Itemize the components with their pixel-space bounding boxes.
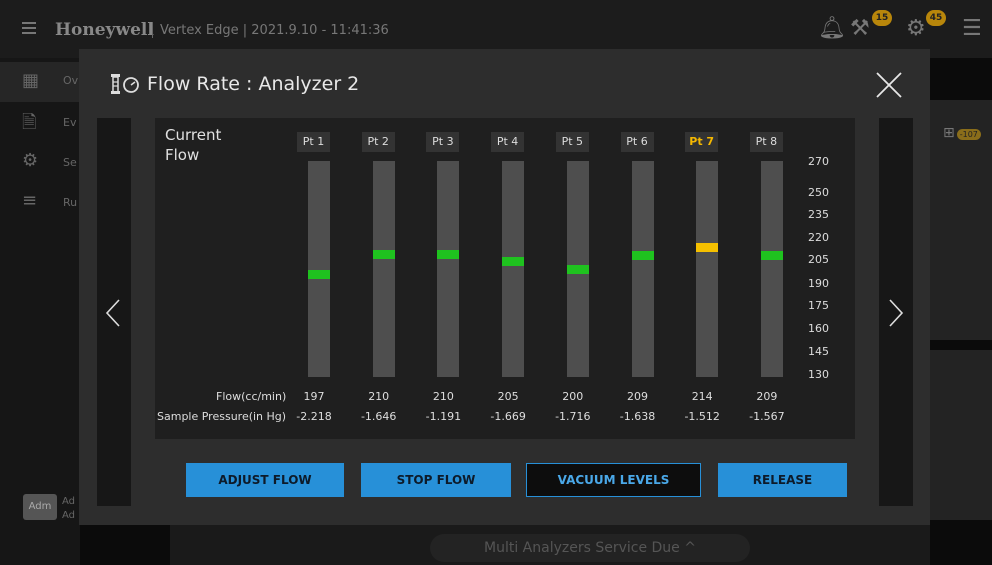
flow-marker-3	[437, 249, 460, 259]
scale-label: 175	[808, 299, 829, 312]
flow-value-1: 197	[303, 390, 325, 403]
service-status-bar[interactable]: Multi Analyzers Service Due ^	[430, 534, 750, 562]
flow-gauge-1	[308, 161, 330, 377]
scale-label: 190	[808, 277, 829, 290]
adjust-flow-button[interactable]: ADJUST FLOW	[186, 463, 344, 497]
current-flow-label: Current Flow	[165, 126, 222, 164]
point-tab-4[interactable]: Pt 4	[491, 132, 525, 152]
previous-analyzer-button[interactable]	[97, 118, 131, 506]
scale-label: 235	[808, 208, 829, 221]
point-tab-5[interactable]: Pt 5	[555, 132, 589, 152]
maintenance-badge: 45	[926, 10, 946, 26]
list-icon[interactable]: ☰	[962, 16, 982, 41]
next-analyzer-button[interactable]	[879, 118, 913, 506]
pressure-value-7: -1.512	[684, 410, 720, 423]
scale-label: 145	[808, 345, 829, 358]
scale-label: 130	[808, 368, 829, 381]
release-button[interactable]: RELEASE	[718, 463, 847, 497]
pressure-value-1: -2.218	[296, 410, 332, 423]
flow-gauge-7	[696, 161, 719, 377]
nav-item-events[interactable]: Ev	[63, 116, 76, 129]
flow-gauge-6	[631, 161, 654, 377]
flow-meter-icon	[111, 74, 139, 94]
flow-value-5: 200	[562, 390, 584, 403]
user-name: Ad	[62, 496, 76, 507]
dialog-title: Flow Rate : Analyzer 2	[147, 73, 360, 95]
flow-value-2: 210	[368, 390, 390, 403]
pressure-row-label: Sample Pressure(in Hg)	[157, 410, 287, 423]
flow-value-6: 209	[627, 390, 648, 403]
pressure-value-5: -1.716	[555, 410, 591, 423]
user-avatar[interactable]: Adm	[23, 494, 57, 520]
flow-row-label: Flow(cc/min)	[216, 390, 287, 403]
flow-gauge-2	[372, 161, 395, 377]
pressure-value-3: -1.191	[425, 410, 462, 423]
run-icon[interactable]: ≡	[22, 190, 37, 211]
tools-badge: 15	[872, 10, 892, 26]
pressure-value-2: -1.646	[360, 410, 397, 423]
menu-icon[interactable]	[22, 22, 36, 34]
brand-logo: Honeywell	[55, 20, 154, 40]
close-icon[interactable]	[874, 70, 904, 100]
flow-value-7: 214	[691, 390, 713, 403]
scale-label: 220	[808, 231, 829, 244]
scale-label: 205	[808, 253, 829, 266]
flow-marker-6	[631, 251, 654, 261]
point-tab-8[interactable]: Pt 8	[749, 132, 783, 152]
bell-icon[interactable]: 🔔︎	[818, 16, 846, 41]
tools-icon[interactable]: ⚒	[850, 16, 870, 41]
chevron-left-icon	[105, 299, 120, 327]
flow-marker-5	[566, 265, 589, 274]
flow-gauge-3	[437, 161, 460, 377]
scale-label: 270	[808, 155, 829, 168]
pressure-value-6: -1.638	[619, 410, 656, 423]
stop-flow-button[interactable]: STOP FLOW	[361, 463, 511, 497]
user-role: Ad	[62, 510, 76, 521]
flow-marker-8	[760, 251, 783, 261]
background-alert: ⊞ -107	[943, 125, 981, 141]
flow-marker-2	[372, 249, 395, 259]
maintenance-icon[interactable]: ⚙	[906, 16, 926, 41]
pressure-value-4: -1.669	[490, 410, 526, 423]
left-nav	[0, 58, 80, 565]
overview-icon[interactable]: ▦	[22, 70, 39, 91]
point-tab-7[interactable]: Pt 7	[685, 132, 719, 152]
scale-label: 160	[808, 322, 829, 335]
pressure-value-8: -1.567	[749, 410, 785, 423]
flow-marker-4	[502, 257, 525, 267]
scale-label: 250	[808, 186, 829, 199]
flow-gauge-4	[502, 161, 525, 377]
point-tab-1[interactable]: Pt 1	[297, 132, 330, 152]
separator	[152, 22, 153, 38]
events-icon[interactable]: 🗎︎	[22, 110, 36, 140]
point-tab-2[interactable]: Pt 2	[361, 132, 395, 152]
nav-item-overview[interactable]: Ov	[63, 74, 78, 87]
flow-value-8: 209	[756, 390, 778, 403]
flow-gauge-5	[566, 161, 589, 377]
background-panel	[930, 350, 992, 520]
nav-item-run[interactable]: Ru	[63, 196, 77, 209]
vacuum-levels-button[interactable]: VACUUM LEVELS	[526, 463, 701, 497]
background-alert-count: -107	[956, 129, 981, 140]
flow-value-3: 210	[432, 390, 454, 403]
flow-value-4: 205	[497, 390, 519, 403]
nav-item-settings[interactable]: Se	[63, 156, 77, 169]
settings-icon[interactable]: ⚙	[22, 150, 38, 171]
flow-marker-7	[696, 243, 719, 253]
point-tab-3[interactable]: Pt 3	[426, 132, 460, 152]
flow-marker-1	[308, 269, 330, 279]
chevron-right-icon	[889, 299, 904, 327]
point-tab-6[interactable]: Pt 6	[620, 132, 654, 152]
flow-gauge-8	[760, 161, 783, 377]
app-subtitle: Vertex Edge | 2021.9.10 - 11:41:36	[160, 23, 389, 38]
